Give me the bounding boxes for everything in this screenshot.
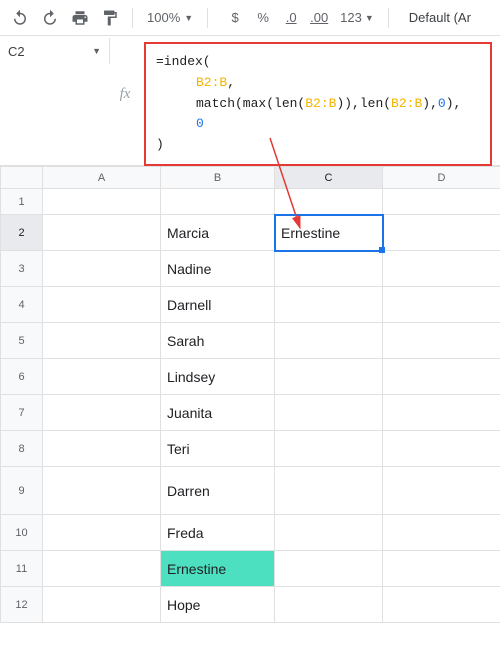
cell[interactable]: Freda (161, 515, 275, 551)
cell[interactable]: Ernestine (275, 215, 383, 251)
cell[interactable] (275, 467, 383, 515)
row-header[interactable]: 9 (1, 467, 43, 515)
cell[interactable] (275, 251, 383, 287)
chevron-down-icon: ▼ (92, 46, 101, 56)
paint-format-button[interactable] (96, 4, 124, 32)
print-button[interactable] (66, 4, 94, 32)
cell[interactable] (383, 515, 500, 551)
cell[interactable] (43, 287, 161, 323)
chevron-down-icon: ▼ (184, 13, 193, 23)
cell[interactable] (161, 189, 275, 215)
spreadsheet-grid: A B C D 12MarciaErnestine3Nadine4Darnell… (0, 166, 500, 623)
cell[interactable] (383, 551, 500, 587)
decrease-decimal-button[interactable]: .0 (278, 4, 304, 32)
cell[interactable]: Ernestine (161, 551, 275, 587)
increase-decimal-button[interactable]: .00 (306, 4, 332, 32)
cell[interactable] (43, 323, 161, 359)
cell[interactable]: Darnell (161, 287, 275, 323)
row-header[interactable]: 1 (1, 189, 43, 215)
cell[interactable] (275, 515, 383, 551)
column-header[interactable]: B (161, 167, 275, 189)
cell[interactable]: Teri (161, 431, 275, 467)
font-dropdown[interactable]: Default (Ar (409, 10, 471, 25)
cell[interactable] (275, 287, 383, 323)
cell[interactable] (383, 251, 500, 287)
cell[interactable] (383, 215, 500, 251)
cell[interactable] (383, 287, 500, 323)
cell[interactable] (383, 323, 500, 359)
cell[interactable] (383, 467, 500, 515)
cell[interactable] (275, 551, 383, 587)
cell[interactable]: Hope (161, 587, 275, 623)
name-box[interactable]: C2 ▼ (0, 38, 110, 64)
row-header[interactable]: 10 (1, 515, 43, 551)
divider (132, 8, 133, 28)
row-header[interactable]: 5 (1, 323, 43, 359)
cell[interactable]: Sarah (161, 323, 275, 359)
cell[interactable] (43, 251, 161, 287)
row-header[interactable]: 4 (1, 287, 43, 323)
cell[interactable] (43, 587, 161, 623)
cell[interactable] (43, 359, 161, 395)
cell[interactable]: Nadine (161, 251, 275, 287)
row-header[interactable]: 6 (1, 359, 43, 395)
cell[interactable] (43, 395, 161, 431)
cell[interactable] (275, 189, 383, 215)
active-cell-ref: C2 (8, 44, 25, 59)
cell[interactable] (43, 551, 161, 587)
cell[interactable] (43, 515, 161, 551)
cell[interactable]: Marcia (161, 215, 275, 251)
cell[interactable] (43, 431, 161, 467)
divider (388, 8, 389, 28)
formula-input[interactable]: =index( B2:B, match(max(len(B2:B)),len(B… (144, 42, 492, 166)
row-header[interactable]: 12 (1, 587, 43, 623)
select-all-corner[interactable] (1, 167, 43, 189)
cell[interactable]: Juanita (161, 395, 275, 431)
cell[interactable] (275, 431, 383, 467)
cell[interactable]: Darren (161, 467, 275, 515)
column-header[interactable]: A (43, 167, 161, 189)
chevron-down-icon: ▼ (365, 13, 374, 23)
redo-button[interactable] (36, 4, 64, 32)
zoom-value: 100% (147, 10, 180, 25)
cell[interactable] (383, 587, 500, 623)
column-header[interactable]: C (275, 167, 383, 189)
cell[interactable] (275, 587, 383, 623)
toolbar: 100% ▼ $ % .0 .00 123 ▼ Default (Ar (0, 0, 500, 36)
cell[interactable] (43, 467, 161, 515)
cell[interactable] (383, 395, 500, 431)
formula-bar-row: C2 ▼ fx =index( B2:B, match(max(len(B2:B… (0, 36, 500, 166)
column-header[interactable]: D (383, 167, 500, 189)
cell[interactable]: Lindsey (161, 359, 275, 395)
cell[interactable] (275, 323, 383, 359)
zoom-dropdown[interactable]: 100% ▼ (141, 10, 199, 25)
undo-button[interactable] (6, 4, 34, 32)
more-formats-dropdown[interactable]: 123 ▼ (334, 4, 380, 32)
cell[interactable] (275, 359, 383, 395)
cell[interactable] (383, 189, 500, 215)
cell[interactable] (43, 215, 161, 251)
row-header[interactable]: 11 (1, 551, 43, 587)
cell[interactable] (383, 431, 500, 467)
row-header[interactable]: 3 (1, 251, 43, 287)
row-header[interactable]: 2 (1, 215, 43, 251)
divider (207, 8, 208, 28)
format-currency-button[interactable]: $ (222, 4, 248, 32)
cell[interactable] (43, 189, 161, 215)
number-format-group: $ % .0 .00 123 ▼ (222, 4, 380, 32)
row-header[interactable]: 7 (1, 395, 43, 431)
cell[interactable] (383, 359, 500, 395)
row-header[interactable]: 8 (1, 431, 43, 467)
fx-icon: fx (116, 86, 134, 103)
cell[interactable] (275, 395, 383, 431)
format-percent-button[interactable]: % (250, 4, 276, 32)
